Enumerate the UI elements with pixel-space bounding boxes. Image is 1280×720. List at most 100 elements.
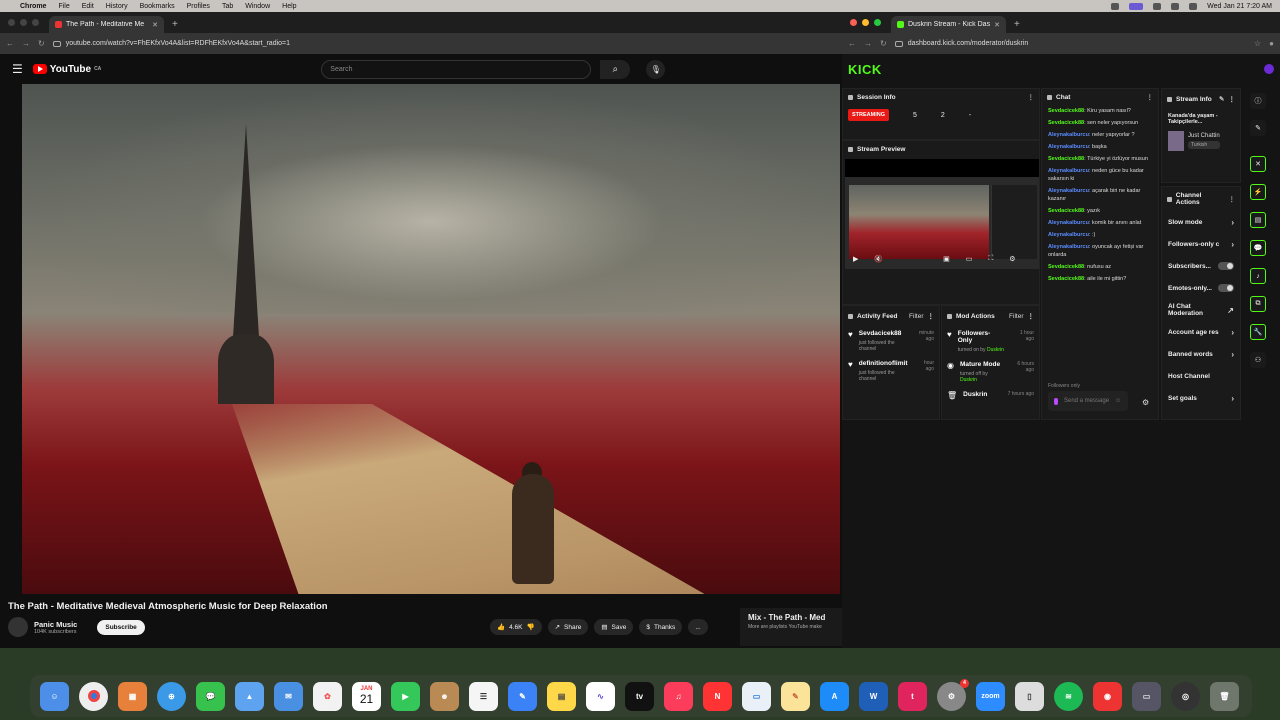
screen-record-icon[interactable] (1129, 2, 1144, 10)
apple-tv-icon[interactable]: tv (625, 681, 654, 711)
messages-icon[interactable]: 💬 (196, 681, 225, 711)
thumbs-down-icon[interactable]: 👎 (526, 623, 534, 631)
menu-file[interactable]: File (58, 3, 69, 10)
music-icon[interactable]: ♫ (664, 681, 693, 711)
account-age-row[interactable]: Account age res › (1162, 321, 1240, 343)
preview-frame[interactable]: ▶ 🔇 ▣ ▭ ⛶ ⚙ (845, 159, 1039, 269)
chat-username[interactable]: Sevdacicek88 (1048, 208, 1084, 214)
news-icon[interactable]: N (703, 681, 732, 711)
app-store-icon[interactable]: A (820, 681, 849, 711)
drag-handle-icon[interactable] (1167, 96, 1172, 102)
search-button[interactable]: ⌕ (600, 59, 631, 79)
menu-edit[interactable]: Edit (82, 3, 94, 10)
tool-button-2[interactable]: ⚡ (1250, 184, 1266, 200)
zoom-window-button[interactable] (874, 19, 881, 26)
mix-playlist-panel[interactable]: Mix - The Path - Med More are playlists … (740, 608, 842, 646)
launchpad-icon[interactable]: ▦ (118, 681, 147, 711)
save-button[interactable]: ▤ Save (594, 619, 634, 635)
url-field[interactable]: youtube.com/watch?v=FhEKfxVo4A&list=RDFh… (52, 40, 836, 47)
new-tab-button[interactable]: + (172, 19, 178, 30)
reload-icon[interactable]: ↻ (880, 39, 887, 48)
set-goals-row[interactable]: Set goals › (1162, 387, 1240, 409)
disk-utility-icon[interactable]: ▭ (1132, 681, 1161, 711)
kebab-icon[interactable]: ⋮ (1229, 95, 1236, 103)
slow-mode-row[interactable]: Slow mode › (1162, 211, 1240, 233)
activity-user[interactable]: Sevdacicek88 (859, 330, 907, 337)
forward-icon[interactable]: → (864, 39, 872, 48)
chat-username[interactable]: Sevdacicek88 (1048, 156, 1084, 162)
tool-button-8[interactable]: ⚇ (1250, 352, 1266, 368)
reminders-icon[interactable]: ☰ (469, 681, 498, 711)
reload-icon[interactable]: ↻ (38, 39, 45, 48)
drag-handle-icon[interactable] (1047, 94, 1052, 100)
info-tool-button[interactable]: ⓘ (1250, 93, 1266, 109)
mod-filter-button[interactable]: Filter (1009, 313, 1023, 320)
chat-input[interactable]: Send a message ☺ (1048, 391, 1128, 411)
bookmark-star-icon[interactable]: ☆ (1254, 39, 1261, 48)
menu-icon[interactable]: ☰ (12, 62, 23, 76)
facetime-icon[interactable]: ▶ (391, 681, 420, 711)
kebab-icon[interactable]: ⋮ (1229, 195, 1236, 203)
spotify-icon[interactable]: ≋ (1054, 681, 1083, 711)
chat-username[interactable]: Aleynakalburcu (1048, 132, 1089, 138)
battery-icon[interactable] (1153, 2, 1162, 10)
subscribers-toggle[interactable] (1218, 262, 1234, 270)
close-window-button[interactable] (8, 19, 15, 26)
ai-moderation-row[interactable]: AI Chat Moderation ↗ (1162, 299, 1240, 321)
drag-handle-icon[interactable] (1167, 196, 1172, 202)
maps-icon[interactable]: ▲ (235, 681, 264, 711)
photo-booth-icon[interactable]: ◉ (1093, 681, 1122, 711)
activity-filter-button[interactable]: Filter (909, 313, 923, 320)
tray-icon[interactable] (1111, 2, 1120, 10)
tool-button-5[interactable]: ♪ (1250, 268, 1266, 284)
site-info-icon[interactable] (894, 40, 903, 47)
mic-icon[interactable] (1054, 397, 1058, 405)
mod-action-by[interactable]: Duskrin (987, 347, 1004, 353)
kebab-icon[interactable]: ⋮ (928, 312, 935, 320)
tab-kick[interactable]: Duskrin Stream - Kick Dashb ✕ (891, 16, 1006, 33)
more-actions-button[interactable]: ... (688, 619, 708, 635)
menu-clock[interactable]: Wed Jan 21 7:20 AM (1207, 3, 1272, 10)
preview-icon[interactable]: ▯ (1015, 681, 1044, 711)
menu-tab[interactable]: Tab (222, 3, 233, 10)
mute-icon[interactable]: 🔇 (874, 255, 883, 263)
chat-username[interactable]: Aleynakalburcu (1048, 232, 1089, 238)
user-avatar[interactable] (1264, 64, 1274, 74)
chat-username[interactable]: Sevdacicek88 (1048, 276, 1084, 282)
kebab-icon[interactable]: ⋮ (1028, 93, 1035, 101)
chat-settings-icon[interactable]: ⚙ (1142, 398, 1149, 407)
wifi-icon[interactable] (1171, 2, 1180, 10)
pencil-app-icon[interactable]: ✎ (508, 681, 537, 711)
emotes-only-toggle[interactable] (1218, 284, 1234, 292)
like-button[interactable]: 👍 4.6K 👎 (490, 619, 542, 635)
channel-avatar[interactable] (8, 617, 28, 637)
youtube-logo[interactable]: YouTube CA (32, 64, 101, 75)
zoom-app-icon[interactable]: zoom (976, 681, 1005, 711)
kebab-icon[interactable]: ⋮ (1028, 312, 1035, 320)
menu-history[interactable]: History (106, 3, 128, 10)
menu-app-name[interactable]: Chrome (20, 3, 46, 10)
emoji-icon[interactable]: ☺ (1115, 398, 1121, 404)
close-tab-icon[interactable]: ✕ (994, 21, 1000, 29)
pip-icon[interactable]: ▣ (943, 255, 950, 263)
tab-youtube[interactable]: The Path - Meditative Me ✕ (49, 16, 164, 33)
menu-help[interactable]: Help (282, 3, 296, 10)
photos-icon[interactable]: ✿ (313, 681, 342, 711)
drag-handle-icon[interactable] (947, 313, 952, 319)
back-icon[interactable]: ← (848, 39, 856, 48)
menu-profiles[interactable]: Profiles (187, 3, 210, 10)
settings-icon[interactable]: ⚙ (1009, 255, 1015, 263)
site-info-icon[interactable] (52, 40, 61, 47)
safari-icon[interactable]: ⊕ (157, 681, 186, 711)
tool-button-3[interactable]: ▤ (1250, 212, 1266, 228)
chat-username[interactable]: Aleynakalburcu (1048, 144, 1089, 150)
tool-button-4[interactable]: 💬 (1250, 240, 1266, 256)
search-icon[interactable] (1189, 2, 1198, 10)
chat-username[interactable]: Sevdacicek88 (1048, 108, 1084, 114)
minimize-window-button[interactable] (20, 19, 27, 26)
calendar-icon[interactable]: JAN 21 (352, 681, 381, 711)
tool-button-1[interactable]: ✕ (1250, 156, 1266, 172)
mod-action-by[interactable]: Duskrin (960, 377, 977, 383)
menu-bookmarks[interactable]: Bookmarks (140, 3, 175, 10)
followers-only-row[interactable]: Followers-only c › (1162, 233, 1240, 255)
